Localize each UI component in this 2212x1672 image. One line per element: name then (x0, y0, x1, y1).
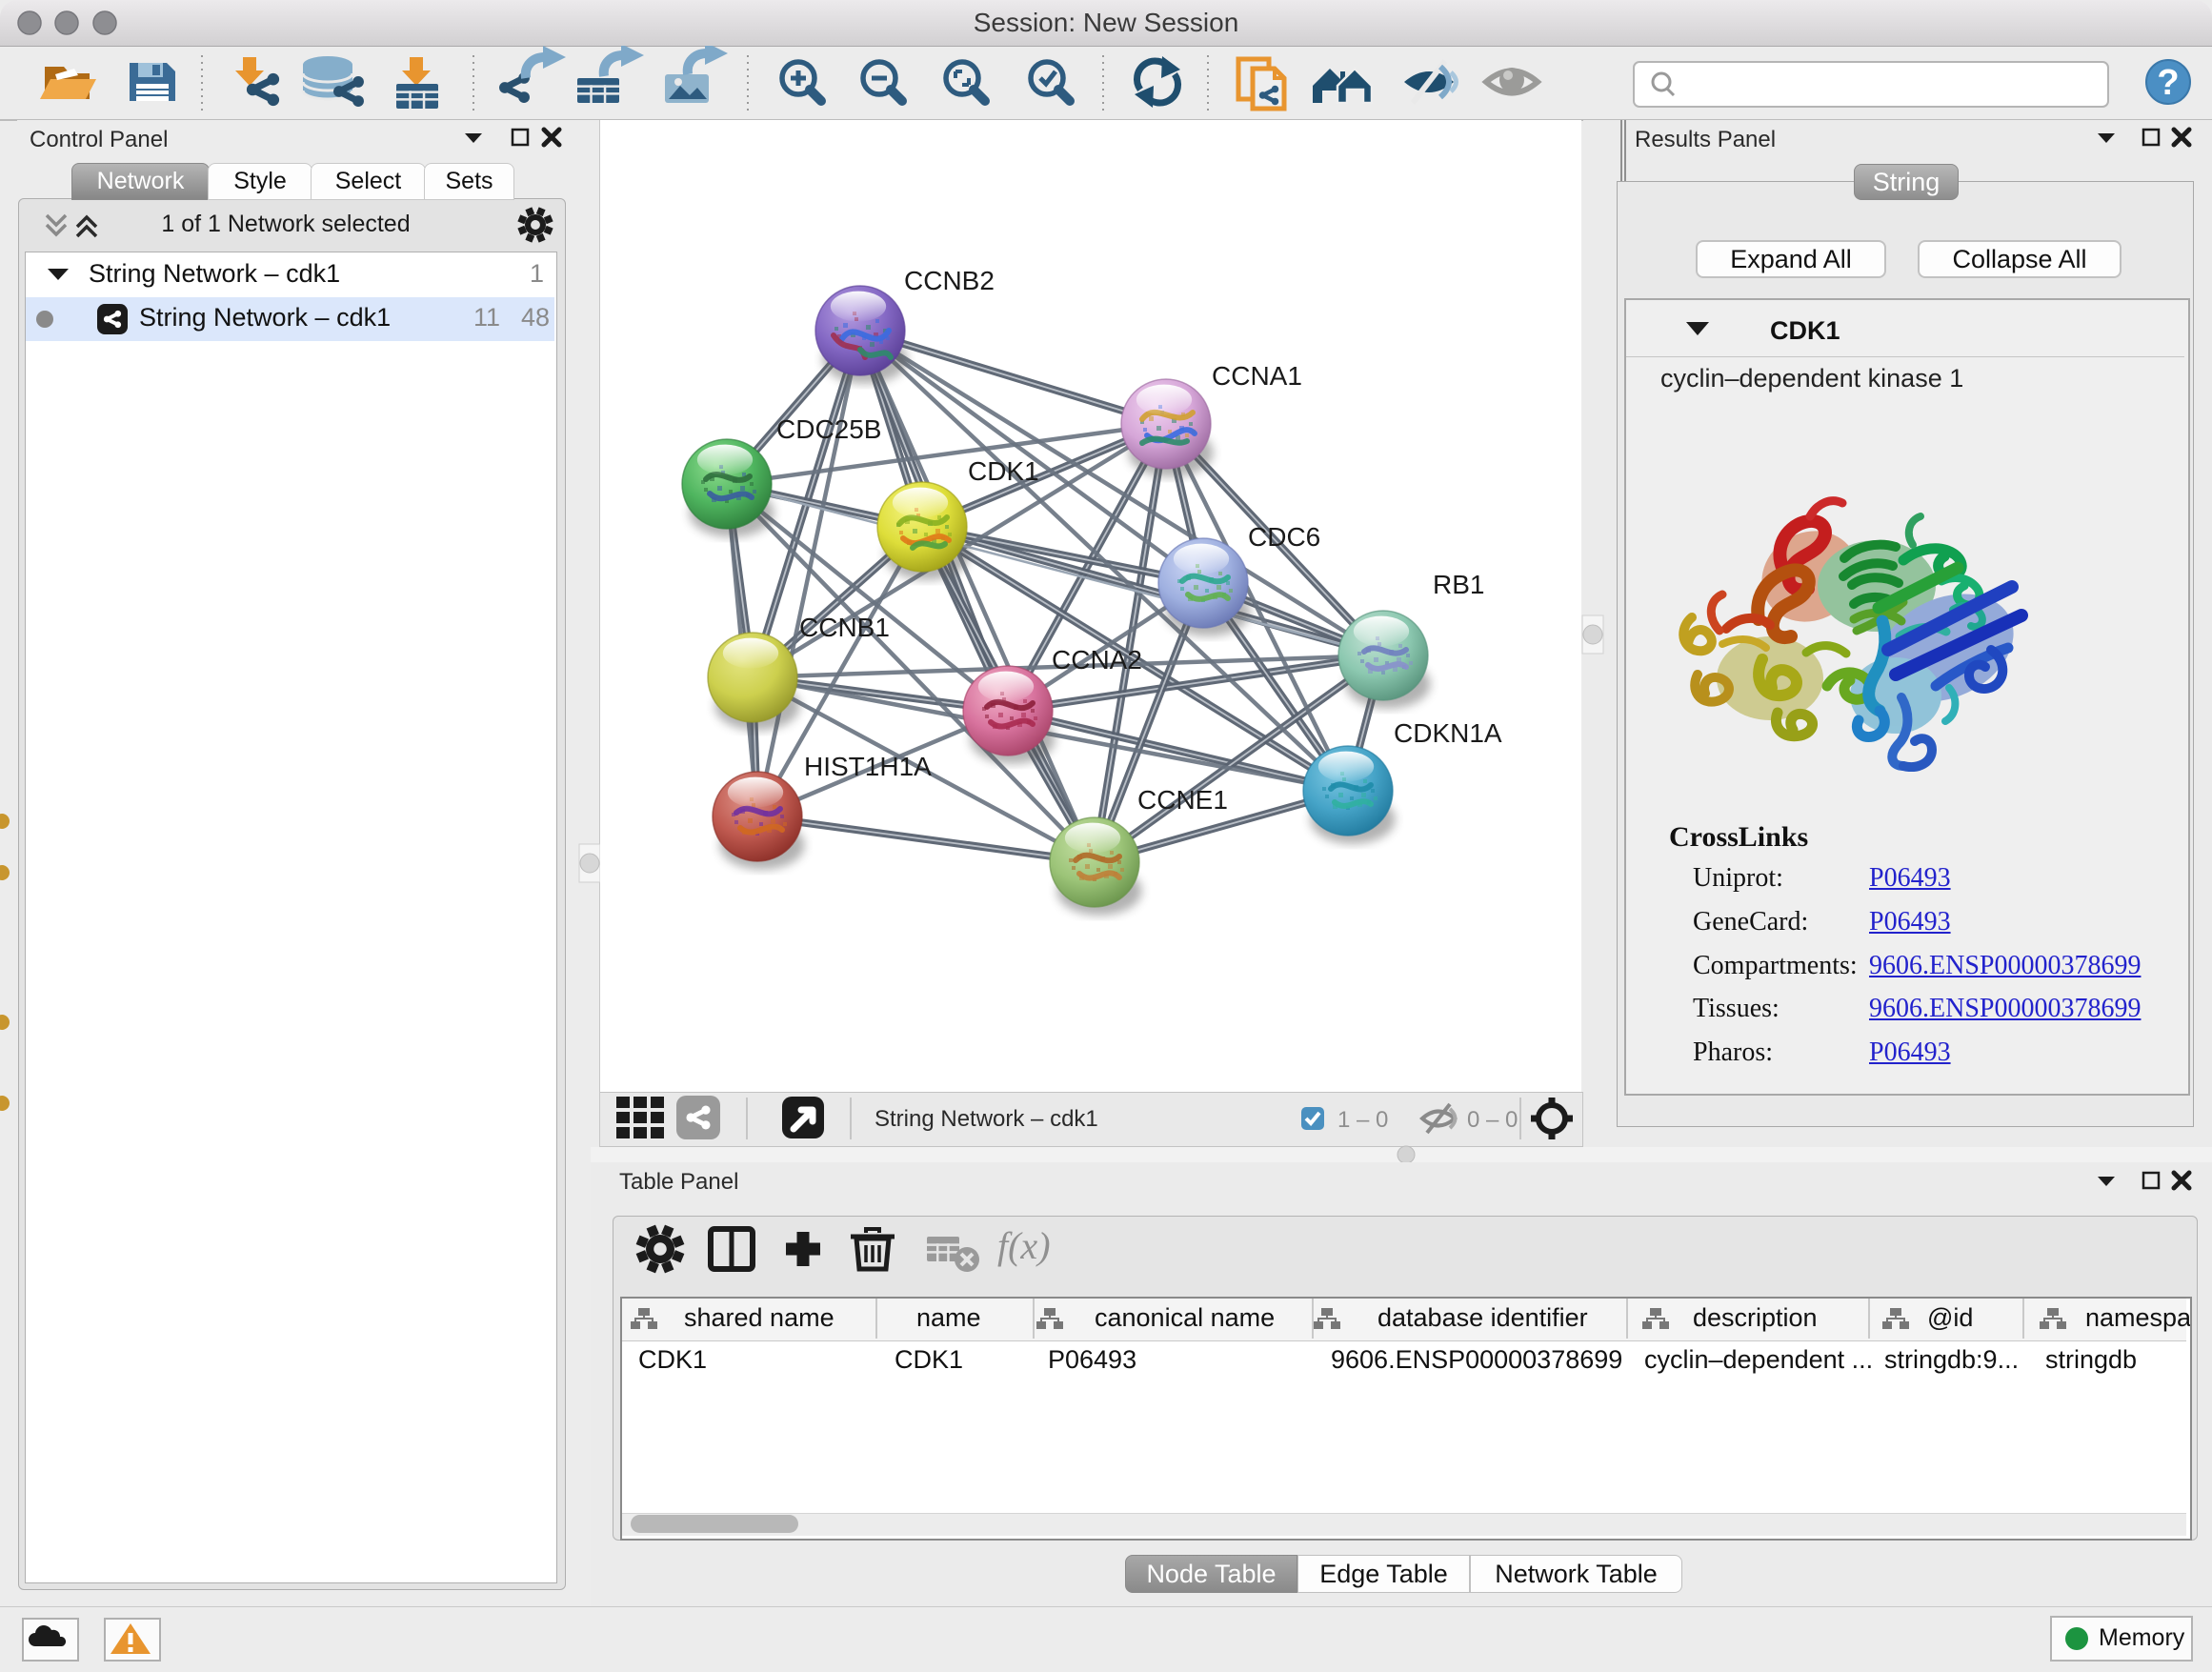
svg-text:CCNA1: CCNA1 (1212, 361, 1302, 391)
svg-text:CCNB2: CCNB2 (904, 266, 995, 295)
svg-text:CDK1: CDK1 (968, 456, 1039, 486)
svg-text:CDKN1A: CDKN1A (1394, 718, 1502, 748)
svg-text:?: ? (2157, 63, 2179, 103)
svg-text:CCNA2: CCNA2 (1052, 645, 1142, 675)
svg-text:CDC25B: CDC25B (776, 414, 881, 444)
svg-text:HIST1H1A: HIST1H1A (804, 752, 932, 781)
svg-text:RB1: RB1 (1433, 570, 1484, 599)
svg-text:CDC6: CDC6 (1248, 522, 1320, 552)
svg-text:CCNE1: CCNE1 (1137, 785, 1228, 815)
svg-text:CCNB1: CCNB1 (799, 613, 890, 642)
